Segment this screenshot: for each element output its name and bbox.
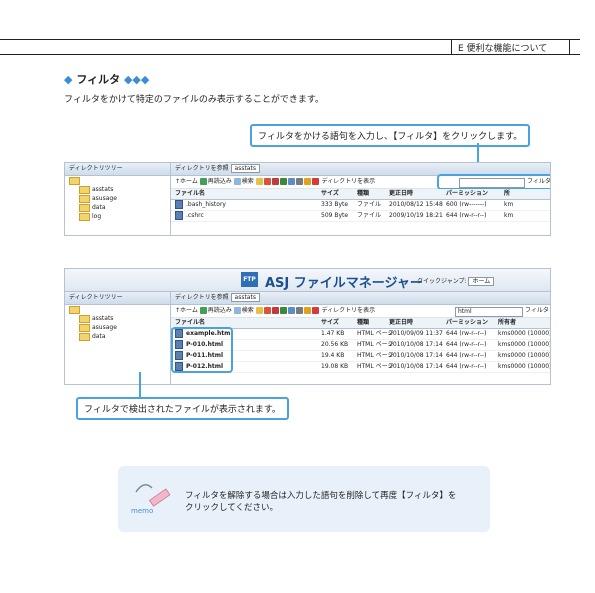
tree-item[interactable]: asusage [65,323,170,332]
rename-icon[interactable] [279,307,287,314]
col-owner[interactable]: 所 [504,189,510,199]
diamond-icon: ◆ [64,73,73,86]
search-button[interactable]: 検索 [233,178,254,185]
directory-tree: ディレクトリツリー asstats asusage data log [65,163,171,235]
column-header-row: ファイル名 サイズ 種類 更正日時 パーミッション 所 [171,189,550,200]
search-icon [233,307,241,314]
tree-item[interactable]: asstats [65,185,170,194]
settings-icon[interactable] [303,178,311,185]
col-perm[interactable]: パーミッション [446,189,488,199]
home-button[interactable]: ↑ホーム [175,307,198,314]
directory-tree: ディレクトリツリー asstats asusage data [65,292,171,384]
col-size[interactable]: サイズ [321,318,339,328]
dir-browse-bar: ディレクトリを参照 asstats [171,292,550,305]
dir-select[interactable]: asstats [230,293,260,302]
folder-icon [69,176,80,185]
show-dir-label: ディレクトリを表示 [321,307,376,314]
stop-icon[interactable] [311,178,319,185]
close-icon[interactable] [271,307,279,314]
file-icon [175,211,183,220]
reload-icon [199,178,207,185]
header-rule-bottom [0,54,580,55]
memo-label: memo [131,507,154,515]
new-file-icon[interactable] [255,307,263,314]
folder-icon [79,323,90,332]
folder-icon [69,305,80,314]
toolbar: ↑ホーム 再読込み 検索 ディレクトリを表示 html フィルタ [171,305,550,318]
tree-item[interactable]: data [65,332,170,341]
file-panel: ディレクトリを参照 asstats ↑ホーム 再読込み 検索 ディレクトリを表示… [171,163,550,235]
callout-bottom: フィルタで検出されたファイルが表示されます。 [76,397,289,420]
upload-icon[interactable] [287,178,295,185]
reload-button[interactable]: 再読込み [199,178,232,185]
folder-icon [79,314,90,323]
col-owner[interactable]: 所有者 [498,318,516,328]
screenshot-filter-input: ディレクトリツリー asstats asusage data log ディレクト… [64,162,551,236]
upload-icon[interactable] [287,307,295,314]
tree-root[interactable] [65,305,170,314]
tree-item[interactable]: asusage [65,194,170,203]
toolbar: ↑ホーム 再読込み 検索 ディレクトリを表示 フィルタ [171,174,550,190]
col-type[interactable]: 種類 [357,318,369,328]
folder-icon [79,194,90,203]
table-row[interactable]: .cshrc 509 Byte ファイル 2009/10/19 18:21 64… [171,211,550,222]
memo-text: フィルタを解除する場合は入力した語句を削除して再度【フィルタ】を クリックしてく… [185,491,457,513]
delete-icon[interactable] [263,307,271,314]
col-type[interactable]: 種類 [357,189,369,199]
search-button[interactable]: 検索 [233,307,254,314]
reload-icon [199,307,207,314]
callout-bottom-connector [139,372,141,398]
rename-icon[interactable] [279,178,287,185]
filter-button[interactable]: フィルタ [525,305,549,317]
info-icon[interactable] [295,178,303,185]
col-date[interactable]: 更正日時 [389,189,413,199]
file-panel: ディレクトリを参照 asstats ↑ホーム 再読込み 検索 ディレクトリを表示… [171,292,550,384]
info-icon[interactable] [295,307,303,314]
settings-icon[interactable] [303,307,311,314]
close-icon[interactable] [271,178,279,185]
tree-item[interactable]: log [65,212,170,221]
folder-icon [79,332,90,341]
ftp-logo-icon: FTP [241,272,258,287]
col-perm[interactable]: パーミッション [446,318,488,328]
dir-select[interactable]: asstats [230,164,260,173]
diamond-marks-icon: ◆◆◆ [123,73,150,86]
section-title-text: フィルタ [76,73,121,86]
app-title: ASJ ファイルマネージャー [265,276,423,291]
show-dir-label: ディレクトリを表示 [321,178,376,185]
section-description: フィルタをかけて特定のファイルのみ表示することができます。 [64,95,324,105]
directory-tree-header: ディレクトリツリー [65,163,170,176]
directory-tree-header: ディレクトリツリー [65,292,170,305]
table-row[interactable]: .bash_history 333 Byte ファイル 2010/08/12 1… [171,200,550,211]
col-size[interactable]: サイズ [321,189,339,199]
tree-item[interactable]: asstats [65,314,170,323]
col-date[interactable]: 更正日時 [389,318,413,328]
search-icon [233,178,241,185]
result-highlight [171,327,233,373]
stop-icon[interactable] [311,307,319,314]
folder-icon [79,203,90,212]
app-title-bar: FTP ASJ ファイルマネージャー クイックジャンプ: ホーム [65,269,550,292]
callout-top: フィルタをかける語句を入力し、【フィルタ】をクリックします。 [250,124,531,147]
new-file-icon[interactable] [255,178,263,185]
folder-icon [79,185,90,194]
file-icon [175,200,183,209]
tree-item[interactable]: data [65,203,170,212]
quick-jump: クイックジャンプ: ホーム [417,276,495,286]
filter-input[interactable]: html [455,307,523,317]
reload-button[interactable]: 再読込み [199,307,232,314]
header-section-label: E 便利な機能について [458,44,548,54]
folder-icon [79,212,90,221]
filter-highlight [437,174,550,190]
delete-icon[interactable] [263,178,271,185]
home-button[interactable]: ↑ホーム [175,178,198,185]
col-filename[interactable]: ファイル名 [175,189,205,199]
screenshot-filter-result: FTP ASJ ファイルマネージャー クイックジャンプ: ホーム ディレクトリツ… [64,268,551,385]
tree-root[interactable] [65,176,170,185]
quick-jump-select[interactable]: ホーム [468,277,495,286]
section-title: ◆ フィルタ ◆◆◆ [64,71,149,87]
